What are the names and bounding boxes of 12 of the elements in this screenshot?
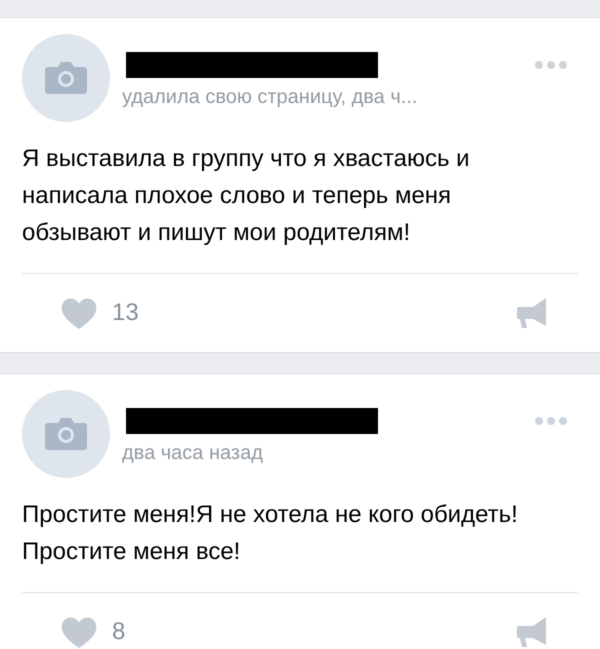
heart-icon[interactable] [60,297,98,329]
like-count: 8 [112,618,126,646]
like-count: 13 [112,299,140,327]
camera-icon [44,417,88,451]
more-icon[interactable] [534,60,568,70]
post-text: Простите меня!Я не хотела не кого обидеть!Простите меня все! [22,500,519,567]
post-subtitle: удалила свою страницу, два ч... [122,86,418,108]
more-icon[interactable] [534,416,568,426]
post-subtitle: два часа назад [122,442,264,464]
post-text: Я выставила в группу что я хвастаюсь и написала плохое слово и теперь меня обзывают и пишут мои родителям! [22,144,471,248]
camera-icon [44,61,88,95]
heart-icon[interactable] [60,616,98,648]
